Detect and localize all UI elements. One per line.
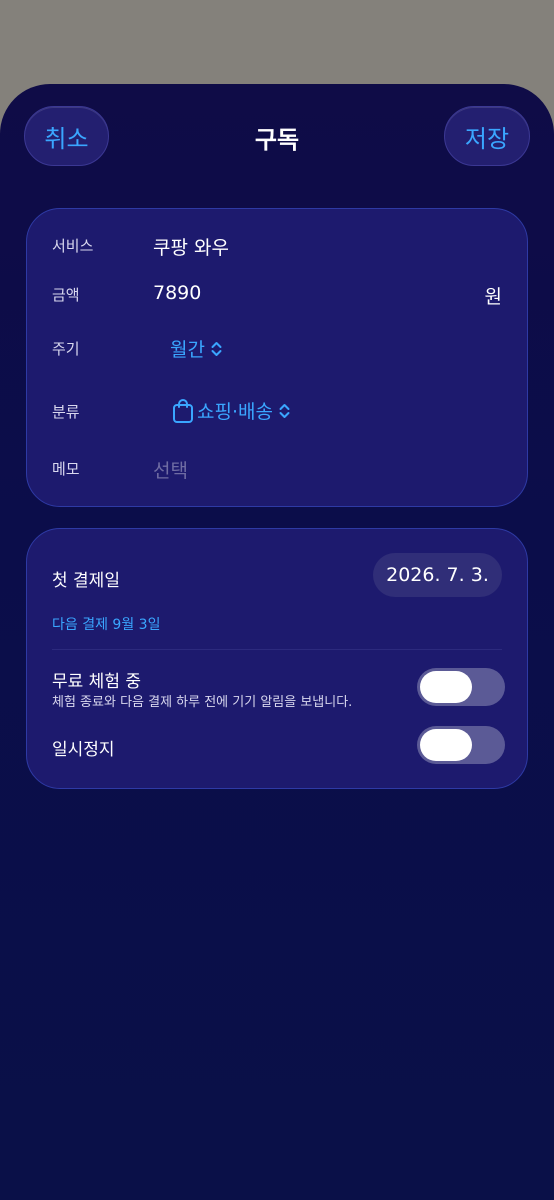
cycle-value: 월간 xyxy=(170,339,205,361)
cycle-label: 주기 xyxy=(52,340,80,358)
amount-unit: 원 xyxy=(484,286,502,308)
toggle-knob xyxy=(420,729,472,761)
billing-card: 첫 결제일 2026. 7. 3. 다음 결제 9월 3일 무료 체험 중 체험… xyxy=(26,528,528,789)
memo-input[interactable]: 선택 xyxy=(153,456,188,483)
free-trial-toggle[interactable] xyxy=(417,668,505,706)
chevron-up-down-icon xyxy=(279,403,290,418)
save-button[interactable]: 저장 xyxy=(444,106,530,166)
free-trial-description: 체험 종료와 다음 결제 하루 전에 기기 알림을 보냅니다. xyxy=(52,695,353,710)
first-payment-date-picker[interactable]: 2026. 7. 3. xyxy=(373,553,502,597)
toggle-knob xyxy=(420,671,472,703)
category-label: 분류 xyxy=(52,403,80,421)
details-card: 서비스 쿠팡 와우 금액 7890 원 주기 월간 분류 쇼핑·배송 메모 선택 xyxy=(26,208,528,507)
category-picker[interactable]: 쇼핑·배송 xyxy=(172,397,290,424)
pause-toggle[interactable] xyxy=(417,726,505,764)
divider xyxy=(52,649,502,650)
shopping-bag-icon xyxy=(173,398,193,423)
category-value: 쇼핑·배송 xyxy=(197,401,273,423)
chevron-up-down-icon xyxy=(211,341,222,356)
pause-label: 일시정지 xyxy=(52,740,115,760)
next-payment-text: 다음 결제 9월 3일 xyxy=(52,617,161,633)
memo-label: 메모 xyxy=(52,460,80,478)
cycle-picker[interactable]: 월간 xyxy=(170,335,222,362)
first-payment-label: 첫 결제일 xyxy=(52,571,120,591)
amount-label: 금액 xyxy=(52,286,80,304)
amount-field[interactable]: 7890 xyxy=(153,282,201,304)
service-field[interactable]: 쿠팡 와우 xyxy=(153,233,229,260)
service-label: 서비스 xyxy=(52,237,94,255)
free-trial-label: 무료 체험 중 xyxy=(52,672,142,692)
subscription-sheet: 취소 구독 저장 서비스 쿠팡 와우 금액 7890 원 주기 월간 분류 쇼핑… xyxy=(0,84,554,1200)
